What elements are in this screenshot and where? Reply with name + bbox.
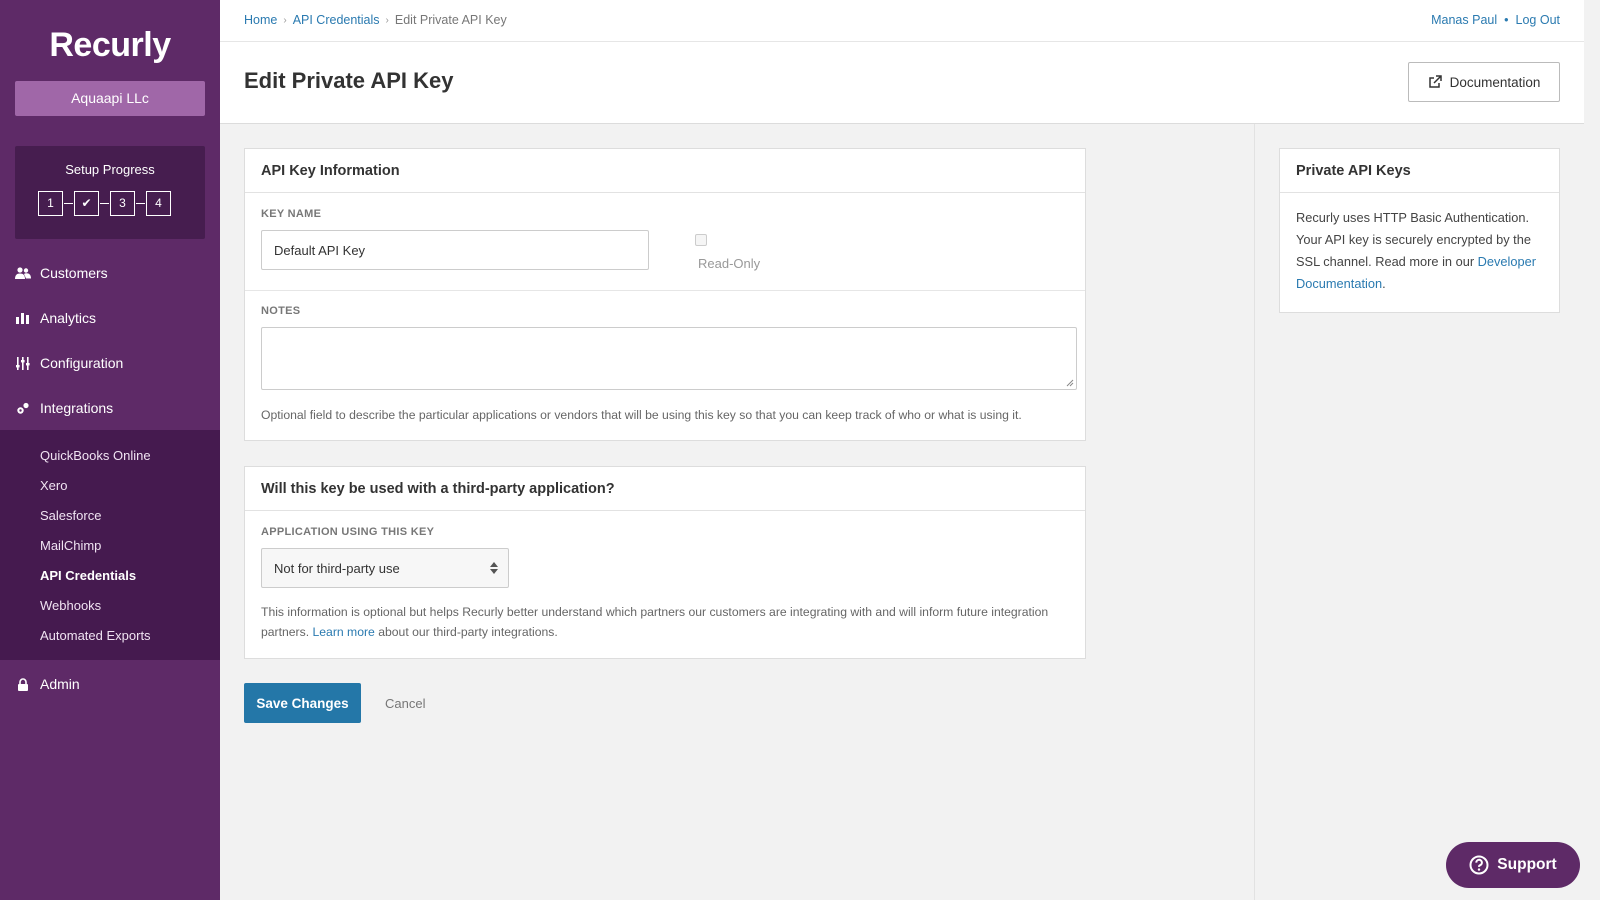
divider	[245, 290, 1085, 291]
nav-admin[interactable]: Admin	[0, 662, 220, 706]
subnav-automated-exports[interactable]: Automated Exports	[40, 628, 151, 643]
page-title: Edit Private API Key	[244, 68, 454, 93]
subnav-salesforce[interactable]: Salesforce	[40, 508, 101, 523]
support-label: Support	[1497, 856, 1557, 873]
page-header: Edit Private API Key Documentation	[220, 42, 1584, 124]
notes-textarea[interactable]	[261, 327, 1077, 390]
logout-link[interactable]: Log Out	[1516, 13, 1560, 27]
notes-label: NOTES	[261, 305, 301, 317]
breadcrumb-api-credentials[interactable]: API Credentials	[293, 13, 380, 29]
subnav-mailchimp[interactable]: MailChimp	[40, 538, 101, 553]
nav-admin-label: Admin	[40, 676, 80, 692]
integrations-icon	[12, 402, 34, 415]
subnav-quickbooks[interactable]: QuickBooks Online	[40, 448, 151, 463]
nav-customers[interactable]: Customers	[0, 251, 220, 295]
private-api-keys-text: Recurly uses HTTP Basic Authentication. …	[1296, 207, 1540, 295]
application-select-value: Not for third-party use	[274, 561, 400, 576]
setup-step-4[interactable]: 4	[146, 191, 171, 216]
subnav-xero[interactable]: Xero	[40, 478, 67, 493]
integrations-subnav: QuickBooks Online Xero Salesforce MailCh…	[0, 430, 220, 660]
cancel-link[interactable]: Cancel	[385, 696, 425, 711]
support-button[interactable]: Support	[1446, 842, 1580, 888]
setup-step-2[interactable]: ✔	[74, 191, 99, 216]
step-connector	[100, 203, 109, 204]
account-switcher-button[interactable]: Aquaapi LLc	[15, 81, 205, 116]
nav-analytics-label: Analytics	[40, 310, 97, 326]
application-select[interactable]: Not for third-party use	[261, 548, 509, 588]
breadcrumb-current: Edit Private API Key	[394, 13, 507, 27]
read-only-checkbox[interactable]	[695, 234, 707, 246]
sidebar: Recurly Aquaapi LLc Setup Progress 1 ✔ 3…	[0, 0, 220, 900]
period: .	[1382, 276, 1386, 291]
api-key-info-panel: API Key Information KEY NAME Read-Only N…	[244, 148, 1086, 441]
private-api-keys-title: Private API Keys	[1280, 149, 1559, 193]
step-connector	[136, 203, 145, 204]
nav-analytics[interactable]: Analytics	[0, 296, 220, 340]
analytics-icon	[12, 312, 34, 324]
resize-handle-icon[interactable]	[1066, 379, 1074, 387]
recurly-logo[interactable]: Recurly	[0, 26, 220, 65]
customers-icon	[12, 267, 34, 279]
key-name-label: KEY NAME	[261, 208, 322, 220]
nav-customers-label: Customers	[40, 265, 108, 281]
chevron-right-icon: ›	[385, 15, 389, 26]
notes-help-text: Optional field to describe the particula…	[261, 408, 1022, 422]
setup-progress[interactable]: Setup Progress 1 ✔ 3 4	[15, 146, 205, 239]
nav-configuration[interactable]: Configuration	[0, 341, 220, 385]
top-bar: Home › API Credentials › Edit Private AP…	[220, 0, 1584, 42]
select-arrows-icon	[490, 562, 498, 574]
nav-configuration-label: Configuration	[40, 355, 124, 371]
user-menu: Manas Paul • Log Out	[1431, 13, 1560, 27]
api-key-info-title: API Key Information	[245, 149, 1085, 193]
lock-icon	[12, 677, 34, 691]
content-divider	[1254, 124, 1255, 900]
private-api-keys-panel: Private API Keys Recurly uses HTTP Basic…	[1279, 148, 1560, 313]
step-connector	[64, 203, 73, 204]
third-party-panel: Will this key be used with a third-party…	[244, 466, 1086, 659]
user-name-link[interactable]: Manas Paul	[1431, 13, 1497, 27]
setup-steps: 1 ✔ 3 4	[38, 191, 171, 216]
breadcrumb-home[interactable]: Home	[244, 13, 277, 29]
learn-more-link[interactable]: Learn more	[313, 625, 375, 639]
application-label: APPLICATION USING THIS KEY	[261, 526, 435, 538]
third-party-help-text: This information is optional but helps R…	[261, 602, 1077, 642]
documentation-button[interactable]: Documentation	[1408, 62, 1560, 102]
breadcrumb: Home › API Credentials › Edit Private AP…	[244, 13, 507, 29]
third-party-help-2: about our third-party integrations.	[378, 625, 558, 639]
key-name-input[interactable]	[261, 230, 649, 270]
subnav-webhooks[interactable]: Webhooks	[40, 598, 101, 613]
subnav-api-credentials[interactable]: API Credentials	[40, 568, 136, 583]
setup-progress-title: Setup Progress	[65, 162, 155, 177]
chevron-right-icon: ›	[283, 15, 287, 26]
third-party-title: Will this key be used with a third-party…	[245, 467, 1085, 511]
nav-integrations-label: Integrations	[40, 400, 114, 416]
save-changes-button[interactable]: Save Changes	[244, 683, 361, 723]
documentation-button-label: Documentation	[1449, 74, 1541, 90]
configuration-icon	[12, 356, 34, 370]
help-circle-icon	[1469, 855, 1489, 875]
read-only-label: Read-Only	[698, 256, 761, 271]
setup-step-3[interactable]: 3	[110, 191, 135, 216]
nav-integrations[interactable]: Integrations	[0, 386, 220, 430]
separator-dot: •	[1504, 13, 1509, 27]
setup-step-1[interactable]: 1	[38, 191, 63, 216]
external-link-icon	[1428, 75, 1442, 89]
